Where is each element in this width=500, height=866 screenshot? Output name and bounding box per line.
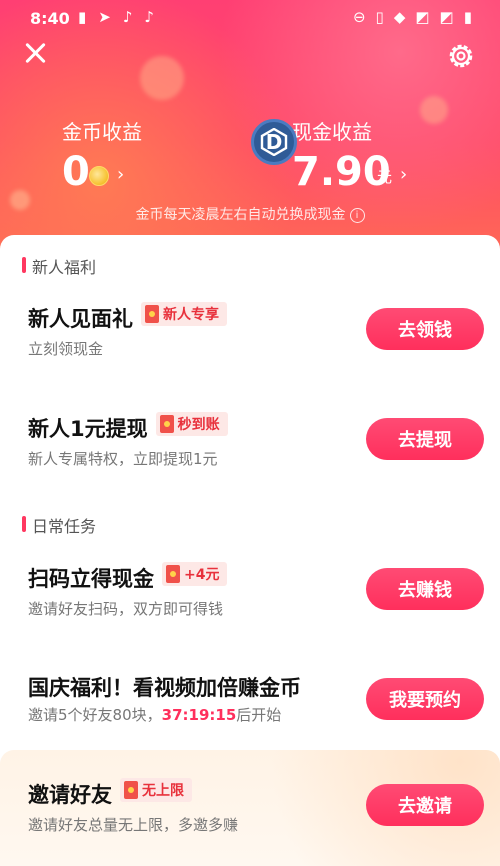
- claim-cash-button[interactable]: 去领钱: [366, 308, 484, 350]
- task-first-withdraw: 新人1元提现 秒到账 新人专属特权，立即提现1元 去提现: [0, 408, 500, 478]
- task-invite-friends: 邀请好友 无上限 邀请好友总量无上限，多邀多赚 去邀请: [0, 774, 500, 844]
- task-title: 新人1元提现 秒到账: [28, 412, 228, 443]
- task-new-gift: 新人见面礼 新人专享 立刻领现金 去领钱: [0, 298, 500, 368]
- task-subtitle: 邀请好友总量无上限，多邀多赚: [28, 816, 239, 834]
- vibrate-icon: ▯: [375, 8, 384, 26]
- decor-blob: [140, 56, 184, 100]
- tiktok-icon: ♪: [122, 8, 133, 26]
- task-tag: 秒到账: [155, 412, 228, 436]
- chevron-right-icon[interactable]: ›: [117, 164, 124, 185]
- task-title-text: 邀请好友: [28, 783, 112, 807]
- task-subtitle-suffix: 后开始: [236, 706, 282, 724]
- badge-letter: D: [265, 130, 283, 154]
- section-title-new-user: 新人福利: [22, 254, 96, 278]
- task-title: 扫码立得现金 +4元: [28, 562, 228, 593]
- task-tag-text: 新人专享: [163, 307, 219, 323]
- countdown-timer: 37:19:15: [161, 706, 237, 724]
- task-tag: +4元: [162, 562, 228, 586]
- red-envelope-icon: [124, 781, 138, 799]
- task-tag-text: 无上限: [142, 783, 184, 799]
- section-title-daily: 日常任务: [22, 513, 96, 537]
- reserve-button[interactable]: 我要预约: [366, 678, 484, 720]
- battery-icon: ▮: [463, 8, 472, 26]
- task-title-text: 新人见面礼: [28, 307, 133, 331]
- gear-icon[interactable]: [446, 41, 476, 71]
- coin-earnings-label: 金币收益: [62, 120, 142, 144]
- red-envelope-icon: [145, 305, 159, 323]
- no-signal-icon: ◩: [439, 8, 454, 26]
- close-icon[interactable]: [22, 40, 48, 66]
- task-title: 邀请好友 无上限: [28, 778, 192, 809]
- task-title-text: 新人1元提现: [28, 417, 148, 441]
- task-tag-text: +4元: [184, 567, 220, 583]
- navigation-icon: ➤: [98, 8, 111, 26]
- task-subtitle: 立刻领现金: [28, 340, 104, 358]
- task-tag-text: 秒到账: [177, 417, 220, 433]
- earn-money-button[interactable]: 去赚钱: [366, 568, 484, 610]
- chevron-right-icon[interactable]: ›: [400, 164, 407, 185]
- coin-earnings-value[interactable]: 0: [62, 152, 90, 192]
- task-title-text: 扫码立得现金: [28, 567, 154, 591]
- status-bar: 8:40 ▮ ➤ ♪ ♪ ⊖ ▯ ◆ ◩ ◩ ▮: [0, 0, 500, 36]
- task-subtitle-prefix: 邀请5个好友80块，: [28, 706, 162, 724]
- task-subtitle: 邀请5个好友80块，37:19:15后开始: [28, 704, 281, 725]
- decor-blob: [420, 96, 448, 124]
- no-signal-icon: ◩: [415, 8, 430, 26]
- status-right-icons: ⊖ ▯ ◆ ◩ ◩ ▮: [353, 8, 472, 26]
- wifi-icon: ◆: [393, 8, 406, 26]
- d-badge-icon[interactable]: D: [251, 119, 297, 165]
- task-subtitle: 邀请好友扫码，双方即可得钱: [28, 600, 224, 618]
- task-scan-code: 扫码立得现金 +4元 邀请好友扫码，双方即可得钱 去赚钱: [0, 558, 500, 628]
- status-time: 8:40: [30, 9, 70, 28]
- task-title: 国庆福利！看视频加倍赚金币: [28, 676, 301, 700]
- invite-button[interactable]: 去邀请: [366, 784, 484, 826]
- task-tag: 无上限: [120, 778, 192, 802]
- task-tag: 新人专享: [141, 302, 227, 326]
- cash-earnings-label: 现金收益: [292, 120, 372, 144]
- task-subtitle: 新人专属特权，立即提现1元: [28, 450, 218, 468]
- task-title: 新人见面礼 新人专享: [28, 302, 227, 333]
- info-icon[interactable]: i: [349, 208, 365, 223]
- battery-plus-icon: ▮: [78, 8, 87, 26]
- red-envelope-icon: [159, 415, 174, 433]
- tiktok-icon: ♪: [144, 8, 154, 26]
- withdraw-button[interactable]: 去提现: [366, 418, 484, 460]
- exchange-note: 金币每天凌晨左右自动兑换成现金 i: [0, 204, 500, 224]
- cash-unit: 元: [377, 168, 393, 186]
- cash-earnings-value[interactable]: 7.90: [292, 152, 391, 192]
- exchange-note-text: 金币每天凌晨左右自动兑换成现金: [135, 207, 346, 223]
- red-envelope-icon: [166, 565, 180, 583]
- coin-icon: [89, 166, 109, 186]
- status-left-icons: ▮ ➤ ♪ ♪: [78, 8, 154, 26]
- task-national-day: 国庆福利！看视频加倍赚金币 邀请5个好友80块，37:19:15后开始 我要预约: [0, 668, 500, 738]
- dnd-icon: ⊖: [352, 8, 366, 26]
